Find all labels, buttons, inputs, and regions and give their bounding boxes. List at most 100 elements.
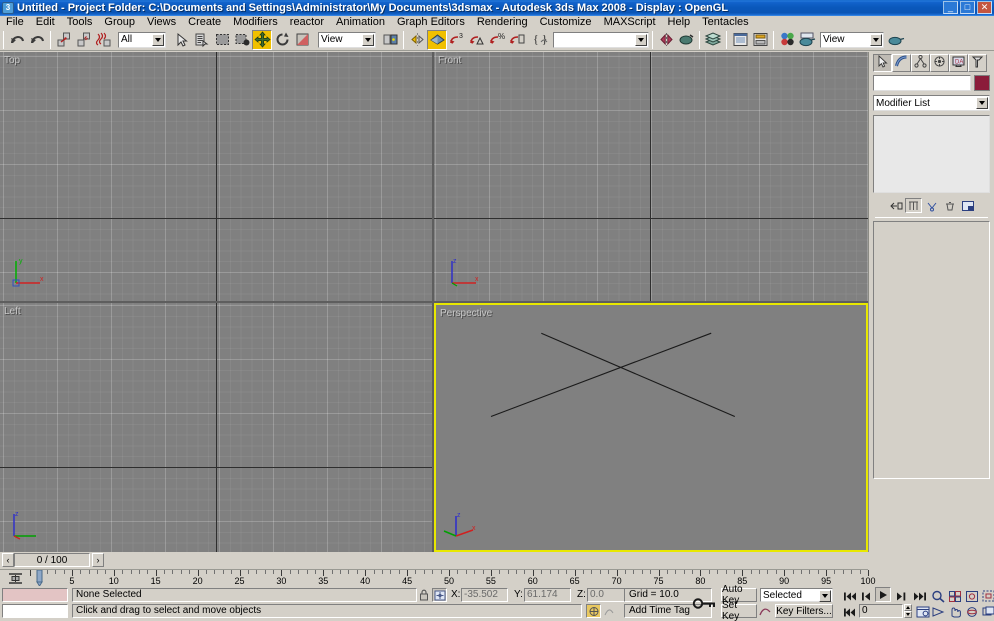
menu-item-create[interactable]: Create: [182, 16, 227, 29]
render-setup-button[interactable]: [797, 30, 817, 50]
unlink-selection-button[interactable]: [74, 30, 94, 50]
command-panel-tab-motion[interactable]: [930, 54, 949, 72]
modifier-list-combo[interactable]: Modifier List: [873, 95, 990, 111]
select-and-move-button[interactable]: [252, 29, 272, 50]
selection-lock-icon[interactable]: [419, 589, 429, 604]
menu-item-group[interactable]: Group: [98, 16, 141, 29]
select-and-rotate-button[interactable]: [272, 30, 292, 50]
minimize-button[interactable]: _: [943, 1, 958, 14]
maxscript-mini-listener-input[interactable]: [2, 604, 68, 618]
y-coordinate-field[interactable]: 61.174: [524, 588, 571, 602]
menu-item-reactor[interactable]: reactor: [284, 16, 330, 29]
trash-icon[interactable]: [941, 198, 958, 213]
menu-item-views[interactable]: Views: [141, 16, 182, 29]
object-name-field[interactable]: [873, 75, 971, 91]
modifier-stack-list[interactable]: [873, 115, 990, 193]
pin-stack-icon[interactable]: [887, 198, 904, 213]
selection-set-combo[interactable]: Selected: [760, 588, 833, 602]
mirror-tool-button[interactable]: [656, 30, 676, 50]
go-to-start-button[interactable]: [841, 588, 858, 604]
menu-item-graph-editors[interactable]: Graph Editors: [391, 16, 471, 29]
snaps-toggle-button[interactable]: [427, 29, 447, 50]
command-panel-tab-modify[interactable]: [892, 54, 911, 72]
maximize-viewport-toggle-button[interactable]: [980, 604, 994, 620]
zoom-extents-button[interactable]: [963, 588, 980, 604]
menu-item-animation[interactable]: Animation: [330, 16, 391, 29]
chevron-down-icon[interactable]: [819, 590, 831, 602]
zoom-button[interactable]: [929, 588, 946, 604]
go-to-end-button[interactable]: [911, 588, 928, 604]
select-and-link-button[interactable]: [54, 30, 74, 50]
named-selection-sets-button[interactable]: { }: [531, 30, 551, 50]
chevron-down-icon[interactable]: [635, 33, 647, 46]
menu-item-edit[interactable]: Edit: [30, 16, 61, 29]
command-panel-tab-utilities[interactable]: [968, 54, 987, 72]
redo-button[interactable]: [27, 30, 47, 50]
snap-3d-button[interactable]: 3: [447, 30, 467, 50]
angle-snap-toggle-button[interactable]: [467, 30, 487, 50]
set-key-button[interactable]: Set Key: [721, 600, 757, 621]
key-toggle-icon[interactable]: [690, 588, 720, 618]
chevron-down-icon[interactable]: [976, 97, 988, 109]
chevron-down-icon[interactable]: [152, 33, 164, 46]
spinner-snap-toggle-button[interactable]: [507, 30, 527, 50]
curve-editor-button[interactable]: [730, 30, 750, 50]
scene-geometry[interactable]: [436, 305, 866, 550]
render-preset-combo[interactable]: View: [820, 31, 884, 48]
menu-item-modifiers[interactable]: Modifiers: [227, 16, 284, 29]
viewport-top[interactable]: Top y x: [0, 52, 432, 301]
select-by-name-button[interactable]: [192, 30, 212, 50]
percent-snap-toggle-button[interactable]: %: [487, 30, 507, 50]
command-panel-tab-create[interactable]: [873, 54, 892, 72]
chevron-down-icon[interactable]: [362, 33, 374, 46]
zoom-region-button[interactable]: [980, 588, 994, 604]
pan-button[interactable]: [946, 604, 963, 620]
maxscript-mini-listener-output[interactable]: [2, 588, 68, 602]
key-filters-button[interactable]: Key Filters...: [775, 604, 833, 618]
field-of-view-button[interactable]: [929, 604, 946, 620]
menu-item-maxscript[interactable]: MAXScript: [598, 16, 662, 29]
chevron-down-icon[interactable]: [870, 33, 882, 46]
menu-item-help[interactable]: Help: [662, 16, 697, 29]
command-panel-tab-hierarchy[interactable]: [911, 54, 930, 72]
use-pivot-point-center-button[interactable]: [380, 30, 400, 50]
key-mode-toggle-button[interactable]: [841, 604, 858, 620]
time-slider-playhead[interactable]: [35, 569, 44, 587]
rectangular-selection-region-button[interactable]: [212, 30, 232, 50]
viewport-front[interactable]: Front z x: [434, 52, 868, 301]
menu-item-file[interactable]: File: [0, 16, 30, 29]
next-frame-button[interactable]: [893, 588, 910, 604]
schematic-view-button[interactable]: [750, 30, 770, 50]
zoom-all-button[interactable]: [946, 588, 963, 604]
menu-item-rendering[interactable]: Rendering: [471, 16, 534, 29]
menu-item-customize[interactable]: Customize: [534, 16, 598, 29]
undo-button[interactable]: [7, 30, 27, 50]
set-key-filters-curve-icon[interactable]: [759, 605, 771, 620]
bind-to-space-warp-button[interactable]: [94, 30, 114, 50]
previous-frame-button[interactable]: [859, 588, 876, 604]
show-end-result-icon[interactable]: [905, 198, 922, 213]
mirror-button[interactable]: [407, 30, 427, 50]
menu-item-tentacles[interactable]: Tentacles: [696, 16, 754, 29]
time-slider-prev-button[interactable]: ‹: [2, 553, 14, 567]
scene-line[interactable]: [490, 332, 712, 418]
reference-coordinate-combo[interactable]: View: [318, 31, 376, 48]
scene-line[interactable]: [541, 332, 736, 418]
configure-sets-icon[interactable]: [959, 198, 976, 213]
time-slider-frame-display[interactable]: 0 / 100: [14, 553, 90, 567]
play-animation-button[interactable]: [875, 587, 891, 602]
arc-rotate-button[interactable]: [963, 604, 980, 620]
object-color-swatch[interactable]: [974, 75, 990, 91]
make-unique-icon[interactable]: [923, 198, 940, 213]
x-coordinate-field[interactable]: -35.502: [461, 588, 508, 602]
material-editor-button[interactable]: [777, 30, 797, 50]
viewport-perspective[interactable]: Perspective z x: [434, 303, 868, 552]
absolute-relative-transform-toggle[interactable]: [432, 588, 447, 602]
frame-spinner[interactable]: [904, 604, 912, 618]
time-slider-next-button[interactable]: ›: [92, 553, 104, 567]
quick-render-button[interactable]: [886, 30, 906, 50]
window-crossing-toggle-button[interactable]: [232, 30, 252, 50]
adaptive-degradation-toggle[interactable]: [586, 604, 601, 618]
layer-manager-button[interactable]: [703, 30, 723, 50]
named-selection-sets-combo[interactable]: [553, 31, 649, 48]
